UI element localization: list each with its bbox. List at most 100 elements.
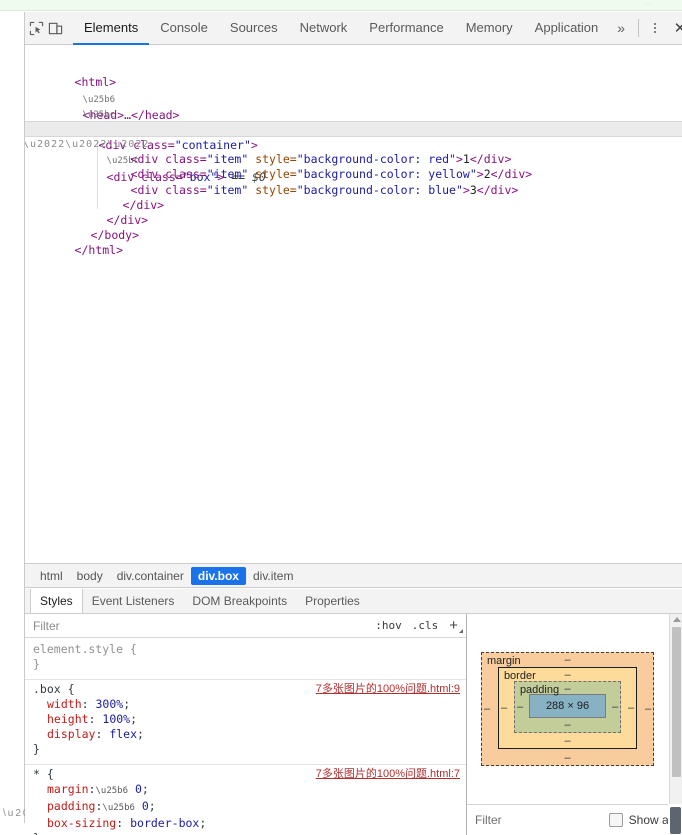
declaration-value-box-sizing[interactable]: border-box: [130, 816, 199, 830]
dom-row-item-2[interactable]: <div class="item" style="background-colo…: [25, 152, 682, 181]
rule-selector-element-style[interactable]: element.style {: [33, 642, 466, 657]
metrics-pane-scrollbar[interactable]: [669, 614, 682, 804]
padding-top-value[interactable]: –: [564, 683, 570, 695]
pane-tab-dom-breakpoints[interactable]: DOM Breakpoints: [183, 589, 296, 613]
dom-row-head[interactable]: \u25b6 <head>…</head>: [25, 75, 682, 122]
box-model-diagram[interactable]: margin – – – – border – – – – padding – …: [467, 614, 668, 804]
styles-rules-column: Filter :hov .cls + element.style { } .bo…: [25, 614, 467, 835]
declaration-property-width: width: [47, 697, 82, 711]
pane-tab-properties[interactable]: Properties: [296, 589, 369, 613]
tab-console[interactable]: Console: [149, 12, 219, 45]
show-all-checkbox[interactable]: [608, 813, 623, 827]
tab-network[interactable]: Network: [289, 12, 359, 45]
tab-elements-label: Elements: [84, 19, 139, 35]
padding-left-value[interactable]: –: [517, 701, 523, 713]
breadcrumb-item-body[interactable]: body: [70, 567, 110, 585]
tab-application[interactable]: Application: [524, 12, 610, 45]
scroll-up-arrow-icon[interactable]: [673, 617, 681, 622]
toolbar-right-controls: » ✕: [609, 12, 682, 45]
computed-filter-input[interactable]: Filter: [475, 813, 609, 827]
devtools-menu-icon[interactable]: [644, 15, 666, 41]
breadcrumb-item-html[interactable]: html: [33, 567, 70, 585]
devtools-panel-tabs: Elements Console Sources Network Perform…: [73, 12, 609, 45]
declaration-margin[interactable]: margin:\u25b6 0;: [33, 782, 466, 799]
pane-tab-dom-breakpoints-label: DOM Breakpoints: [192, 594, 288, 608]
tab-sources[interactable]: Sources: [219, 12, 289, 45]
pane-tab-event-listeners[interactable]: Event Listeners: [83, 589, 184, 613]
dom-row-box-open[interactable]: \u2022\u2022\u2022 \u25bc <div class="bo…: [25, 120, 682, 184]
expand-shorthand-icon-margin[interactable]: \u25b6: [95, 786, 128, 796]
padding-bottom-value[interactable]: –: [564, 719, 570, 731]
new-style-rule-button[interactable]: +: [449, 618, 463, 633]
declaration-value-height[interactable]: 100%: [102, 712, 130, 726]
box-model-border-area[interactable]: border – – – – padding – – – – 288 × 96: [497, 667, 638, 749]
scrollbar-grip[interactable]: [670, 807, 681, 834]
computed-filter-bar: Filter Show all: [467, 804, 682, 835]
declaration-value-display[interactable]: flex: [109, 727, 137, 741]
box-model-margin-area[interactable]: margin – – – – border – – – – padding – …: [480, 652, 655, 766]
breadcrumb-item-div-box[interactable]: div.box: [190, 566, 246, 585]
rule-source-link-universal[interactable]: 7多张图片的100%问题.html:7: [316, 767, 460, 782]
style-rule-element-style[interactable]: element.style { }: [25, 640, 466, 676]
declaration-height[interactable]: height: 100%;: [33, 712, 466, 727]
toggle-pseudo-states-button[interactable]: :hov: [375, 619, 402, 632]
border-bottom-value[interactable]: –: [564, 735, 570, 747]
declaration-display[interactable]: display: flex;: [33, 727, 466, 742]
pane-tab-styles[interactable]: Styles: [30, 589, 83, 613]
dom-row-html-close[interactable]: </html>: [25, 228, 682, 257]
tab-console-label: Console: [160, 19, 208, 35]
expand-shorthand-icon-padding[interactable]: \u25b6: [102, 803, 135, 813]
border-right-value[interactable]: –: [628, 702, 634, 714]
dom-row-html-open[interactable]: <html>: [25, 60, 682, 89]
box-model-margin-label: margin: [486, 655, 521, 667]
margin-left-value[interactable]: –: [484, 703, 490, 715]
declaration-value-margin[interactable]: 0: [135, 782, 142, 796]
border-left-value[interactable]: –: [501, 702, 507, 714]
declaration-value-width[interactable]: 300%: [95, 697, 123, 711]
close-icon[interactable]: ✕: [666, 15, 682, 41]
tab-performance[interactable]: Performance: [358, 12, 454, 45]
more-tabs-icon[interactable]: »: [609, 20, 633, 36]
dom-tree-panel[interactable]: <html> \u25b6 <head>…</head> \u25bc <bod…: [25, 45, 682, 563]
dom-row-box-close[interactable]: </div>: [25, 183, 682, 212]
inspect-element-icon[interactable]: [29, 15, 44, 41]
margin-bottom-value[interactable]: –: [564, 752, 570, 764]
breadcrumb-item-div-container[interactable]: div.container: [110, 567, 191, 585]
style-rule-box[interactable]: .box { 7多张图片的100%问题.html:9 width: 300%; …: [25, 679, 466, 761]
tab-memory[interactable]: Memory: [455, 12, 524, 45]
pane-tab-styles-label: Styles: [40, 594, 73, 608]
style-rule-universal[interactable]: * { 7多张图片的100%问题.html:7 margin:\u25b6 0;…: [25, 764, 466, 835]
bottom-scrollbar[interactable]: [668, 804, 682, 835]
styles-filter-bar: Filter :hov .cls +: [25, 614, 466, 638]
padding-right-value[interactable]: –: [612, 701, 618, 713]
declaration-property-height: height: [47, 712, 89, 726]
devtools-left-gutter: \u2022: [0, 12, 44, 823]
dom-row-container-open[interactable]: \u25bc <div class="container">: [25, 106, 682, 152]
dom-row-container-close[interactable]: </div>: [25, 198, 682, 227]
styles-filter-input[interactable]: Filter: [33, 619, 365, 633]
dom-row-body-close[interactable]: </body>: [25, 213, 682, 242]
device-toolbar-icon[interactable]: [48, 15, 63, 41]
declaration-width[interactable]: width: 300%;: [33, 697, 466, 712]
dom-row-body-open[interactable]: \u25bc <body>: [25, 91, 682, 137]
tab-elements[interactable]: Elements: [73, 12, 150, 45]
box-model-padding-area[interactable]: padding – – – – 288 × 96: [513, 681, 622, 733]
breadcrumb-item-div-item[interactable]: div.item: [246, 567, 300, 585]
breadcrumb: html body div.container div.box div.item: [25, 563, 682, 588]
margin-right-value[interactable]: –: [645, 703, 651, 715]
scrollbar-thumb[interactable]: [672, 627, 681, 777]
margin-top-value[interactable]: –: [564, 654, 570, 666]
dom-row-item-1[interactable]: <div class="item" style="background-colo…: [25, 137, 682, 166]
dom-row-item-3[interactable]: <div class="item" style="background-colo…: [25, 167, 682, 197]
declaration-value-padding[interactable]: 0: [142, 799, 149, 813]
declaration-padding[interactable]: padding:\u25b6 0;: [33, 799, 466, 816]
toggle-classes-button[interactable]: .cls: [412, 619, 439, 632]
page-content-strip: ··: [0, 0, 682, 11]
rule-source-link-box[interactable]: 7多张图片的100%问题.html:9: [316, 682, 460, 697]
box-model-content-size[interactable]: 288 × 96: [528, 694, 607, 718]
styles-rules-list: element.style { } .box { 7多张图片的100%问题.ht…: [25, 638, 466, 835]
declaration-box-sizing[interactable]: box-sizing: border-box;: [33, 816, 466, 831]
declaration-property-display: display: [47, 727, 96, 741]
dom-row-doctype[interactable]: [25, 45, 682, 60]
border-top-value[interactable]: –: [564, 669, 570, 681]
